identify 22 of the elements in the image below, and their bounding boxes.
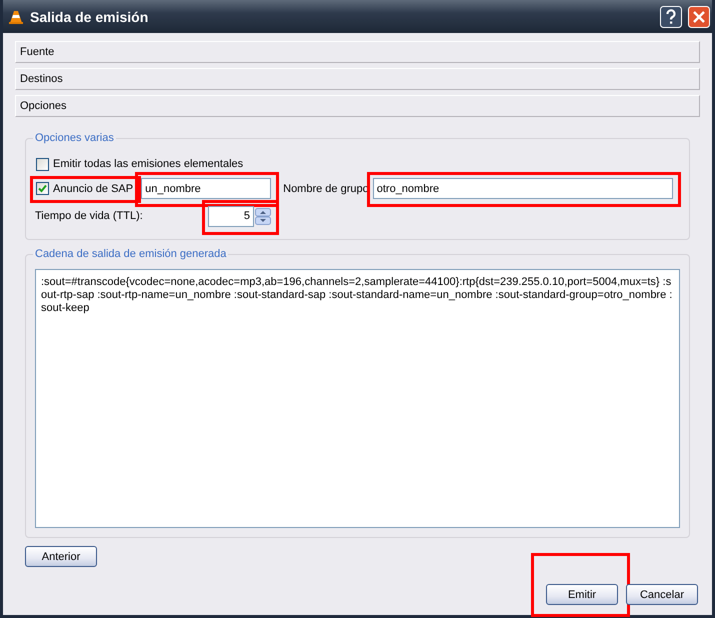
output-text-area[interactable]: :sout=#transcode{vcodec=none,acodec=mp3,ab=196,channels=2,samplerate=44100}:rtp{dst=239.255.0.10,port=5004,mux=ts} :sout-rtp-sap :sout-rtp-name=un_nombre :sout-standard-sap :sout-standard-name=un_nombre :sout-standard-group=otro_nombre :sout-keep: [35, 269, 680, 528]
window-title: Salida de emisión: [30, 8, 150, 24]
help-icon[interactable]: [660, 6, 682, 28]
checkbox[interactable]: [36, 182, 49, 195]
spin-arrows-icon[interactable]: [255, 208, 271, 224]
cone-icon: [8, 8, 24, 24]
dialog-button[interactable]: Anterior: [25, 546, 97, 567]
group-name-field[interactable]: otro_nombre: [372, 178, 673, 199]
checkbox[interactable]: [36, 158, 49, 170]
ttl-label: Tiempo de vida (TTL):: [35, 210, 144, 222]
section-header[interactable]: Fuente: [15, 41, 700, 63]
group-title: Opciones varias: [33, 132, 116, 144]
close-icon[interactable]: [688, 6, 710, 28]
section-header[interactable]: Destinos: [15, 68, 700, 90]
dialog-button[interactable]: Emitir: [546, 584, 618, 605]
dialog-button[interactable]: Cancelar: [626, 584, 698, 605]
checkbox-label: Anuncio de SAP: [53, 182, 134, 194]
sap-name-field[interactable]: un_nombre: [141, 178, 272, 199]
section-header[interactable]: Opciones: [15, 95, 700, 117]
group-title: Cadena de salida de emisión generada: [33, 248, 228, 260]
ttl-field[interactable]: 5: [208, 206, 254, 226]
checkbox-label: Emitir todas las emisiones elementales: [53, 158, 244, 170]
